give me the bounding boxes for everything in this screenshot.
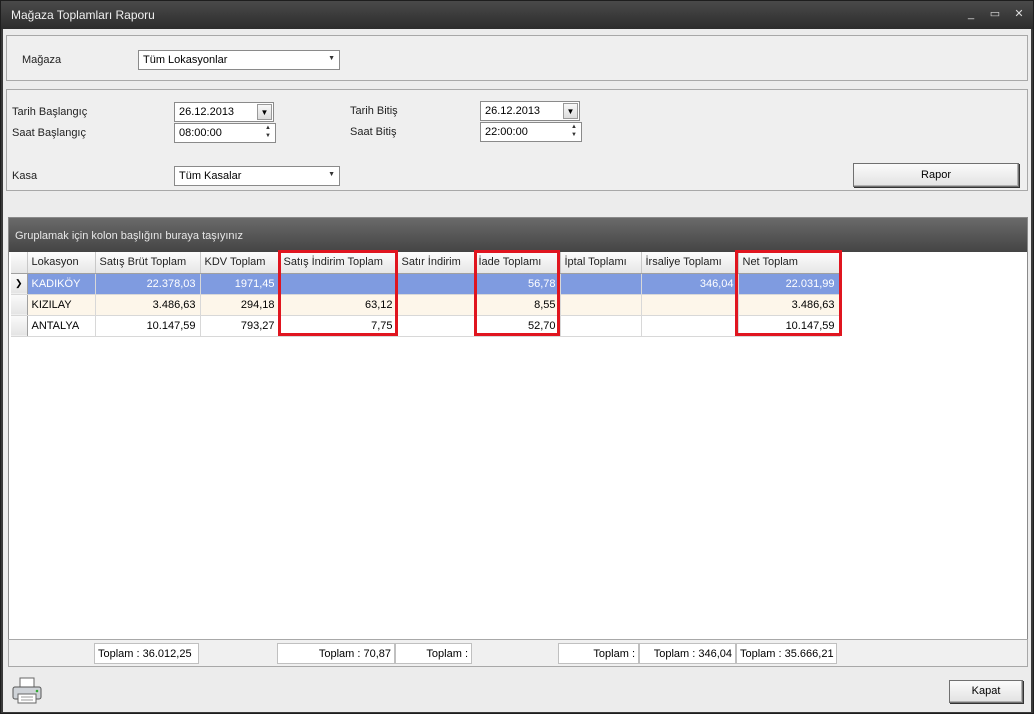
table-cell[interactable] <box>397 315 475 337</box>
table-cell[interactable]: 10.147,59 <box>95 315 201 337</box>
table-cell[interactable]: ANTALYA <box>27 315 96 337</box>
total-gross: Toplam : 36.012,25 <box>94 643 199 664</box>
register-combo-value: Tüm Kasalar <box>179 170 242 182</box>
total-waybill: Toplam : 346,04 <box>639 643 736 664</box>
total-net: Toplam : 35.666,21 <box>736 643 837 664</box>
title-bar: Mağaza Toplamları Raporu _ ▭ ✕ <box>1 1 1033 29</box>
column-header[interactable]: Lokasyon <box>27 252 96 274</box>
window-title: Mağaza Toplamları Raporu <box>11 8 155 22</box>
register-label: Kasa <box>12 170 38 182</box>
highlight-box-returns <box>474 250 560 336</box>
printer-icon[interactable] <box>11 676 43 706</box>
end-time-value: 22:00:00 <box>485 126 528 138</box>
table-cell[interactable] <box>397 294 475 316</box>
group-panel[interactable]: Gruplamak için kolon başlığını buraya ta… <box>9 218 1027 252</box>
table-row[interactable]: ❯ KADIKÖY 22.378,03 1971,45 56,78 346,04… <box>11 273 840 295</box>
end-time-spinner[interactable]: 22:00:00 ▲ ▼ <box>480 122 582 142</box>
end-date-label: Tarih Bitiş <box>350 105 398 117</box>
chevron-down-icon[interactable]: ▼ <box>328 171 335 178</box>
minimize-button[interactable]: _ <box>963 7 979 21</box>
bottom-bar: Kapat <box>3 671 1031 712</box>
close-button[interactable]: Kapat <box>949 680 1023 703</box>
report-button[interactable]: Rapor <box>853 163 1019 187</box>
store-label: Mağaza <box>22 54 62 66</box>
end-time-label: Saat Bitiş <box>350 126 397 138</box>
table-row[interactable]: ANTALYA 10.147,59 793,27 7,75 52,70 10.1… <box>11 315 840 337</box>
column-header[interactable]: İrsaliye Toplamı <box>641 252 739 274</box>
column-header[interactable]: KDV Toplam <box>200 252 280 274</box>
start-date-label: Tarih Başlangıç <box>12 106 88 118</box>
table-cell[interactable] <box>641 315 739 337</box>
store-panel: Mağaza Tüm Lokasyonlar ▼ <box>6 35 1028 81</box>
totals-footer: Toplam : 36.012,25 Toplam : 70,87 Toplam… <box>8 639 1028 667</box>
table-row[interactable]: KIZILAY 3.486,63 294,18 63,12 8,55 3.486… <box>11 294 840 316</box>
table-cell[interactable] <box>560 315 642 337</box>
close-window-button[interactable]: ✕ <box>1011 7 1027 21</box>
store-combo-value: Tüm Lokasyonlar <box>143 54 228 66</box>
table-cell[interactable]: 22.378,03 <box>95 273 201 295</box>
total-discount: Toplam : 70,87 <box>277 643 395 664</box>
chevron-down-icon[interactable]: ▼ <box>328 55 335 62</box>
row-indicator-icon: ❯ <box>11 273 28 295</box>
column-header[interactable]: Satış Brüt Toplam <box>95 252 201 274</box>
data-table: Lokasyon Satış Brüt Toplam KDV Toplam Sa… <box>11 252 840 337</box>
highlight-box-discount <box>278 250 398 336</box>
start-time-label: Saat Başlangıç <box>12 127 86 139</box>
spinner-arrows-icon[interactable]: ▲ ▼ <box>263 124 273 140</box>
table-cell[interactable]: 294,18 <box>200 294 280 316</box>
table-cell[interactable]: 3.486,63 <box>95 294 201 316</box>
table-cell[interactable] <box>560 294 642 316</box>
table-cell[interactable]: KADIKÖY <box>27 273 96 295</box>
calendar-dropdown-icon[interactable]: ▼ <box>257 104 272 120</box>
start-time-spinner[interactable]: 08:00:00 ▲ ▼ <box>174 123 276 143</box>
highlight-box-net <box>735 250 842 336</box>
table-cell[interactable] <box>397 273 475 295</box>
table-cell[interactable]: 346,04 <box>641 273 739 295</box>
table-cell[interactable] <box>641 294 739 316</box>
register-combo[interactable]: Tüm Kasalar ▼ <box>174 166 340 186</box>
row-indicator-icon <box>11 315 28 337</box>
total-line-discount: Toplam : <box>395 643 472 664</box>
table-cell[interactable] <box>560 273 642 295</box>
table-cell[interactable]: 1971,45 <box>200 273 280 295</box>
calendar-dropdown-icon[interactable]: ▼ <box>563 103 578 119</box>
start-date-value: 26.12.2013 <box>179 106 235 118</box>
table-cell[interactable]: 793,27 <box>200 315 280 337</box>
spinner-arrows-icon[interactable]: ▲ ▼ <box>569 123 579 139</box>
start-time-value: 08:00:00 <box>179 127 222 139</box>
total-cancel: Toplam : <box>558 643 639 664</box>
end-date-picker[interactable]: 26.12.2013 ▼ <box>480 101 580 121</box>
store-combo[interactable]: Tüm Lokasyonlar ▼ <box>138 50 340 70</box>
maximize-button[interactable]: ▭ <box>987 7 1003 21</box>
column-header[interactable]: Satır İndirim <box>397 252 475 274</box>
row-indicator-icon <box>11 294 28 316</box>
column-header[interactable]: İptal Toplamı <box>560 252 642 274</box>
indicator-header <box>11 252 28 274</box>
client-area: Mağaza Tüm Lokasyonlar ▼ Tarih Başlangıç… <box>3 29 1031 712</box>
filter-panel: Tarih Başlangıç 26.12.2013 ▼ Saat Başlan… <box>6 89 1028 191</box>
start-date-picker[interactable]: 26.12.2013 ▼ <box>174 102 274 122</box>
end-date-value: 26.12.2013 <box>485 105 541 117</box>
report-window: Mağaza Toplamları Raporu _ ▭ ✕ Mağaza Tü… <box>0 0 1034 714</box>
header-row: Lokasyon Satış Brüt Toplam KDV Toplam Sa… <box>11 252 840 274</box>
table-cell[interactable]: KIZILAY <box>27 294 96 316</box>
report-grid: Gruplamak için kolon başlığını buraya ta… <box>8 217 1028 667</box>
